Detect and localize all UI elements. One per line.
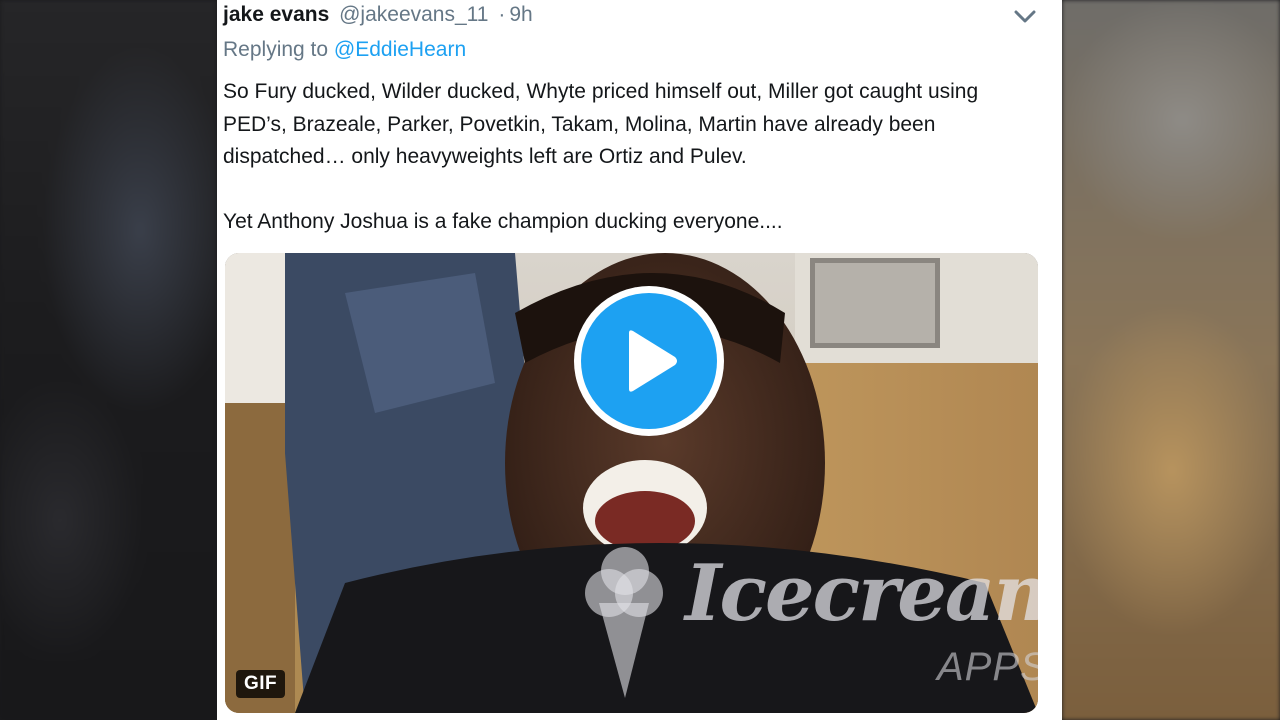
watermark-sub: APPS bbox=[937, 645, 1038, 689]
author-handle[interactable]: @jakeevans_11 bbox=[339, 3, 488, 26]
tweet-menu-button[interactable] bbox=[1010, 2, 1040, 32]
play-icon bbox=[629, 330, 677, 392]
tweet-text: So Fury ducked, Wilder ducked, Whyte pri… bbox=[223, 76, 1043, 239]
tweet-card[interactable]: jake evans @jakeevans_11 · 9h Replying to… bbox=[217, 0, 1062, 720]
gif-media[interactable]: Icecream APPS GIF bbox=[225, 253, 1038, 713]
blurred-background-left bbox=[0, 0, 217, 720]
replying-handle-link[interactable]: @EddieHearn bbox=[334, 38, 466, 61]
blurred-background-right bbox=[1062, 0, 1280, 720]
tweet-time[interactable]: 9h bbox=[509, 3, 532, 26]
gif-badge: GIF bbox=[236, 670, 286, 698]
chevron-down-icon bbox=[1014, 10, 1036, 23]
replying-to: Replying to @EddieHearn bbox=[223, 38, 466, 62]
play-button[interactable] bbox=[574, 286, 724, 436]
tweet-header: jake evans @jakeevans_11 · 9h bbox=[223, 3, 533, 27]
watermark-brand: Icecream bbox=[685, 548, 1038, 639]
replying-prefix: Replying to bbox=[223, 38, 329, 61]
separator-dot: · bbox=[498, 3, 506, 26]
play-button-fill bbox=[581, 293, 717, 429]
tweet-paragraph: So Fury ducked, Wilder ducked, Whyte pri… bbox=[223, 80, 979, 168]
author-name[interactable]: jake evans bbox=[223, 3, 329, 26]
tweet-paragraph: Yet Anthony Joshua is a fake champion du… bbox=[223, 210, 783, 233]
ice-cream-cone-icon bbox=[585, 547, 663, 698]
